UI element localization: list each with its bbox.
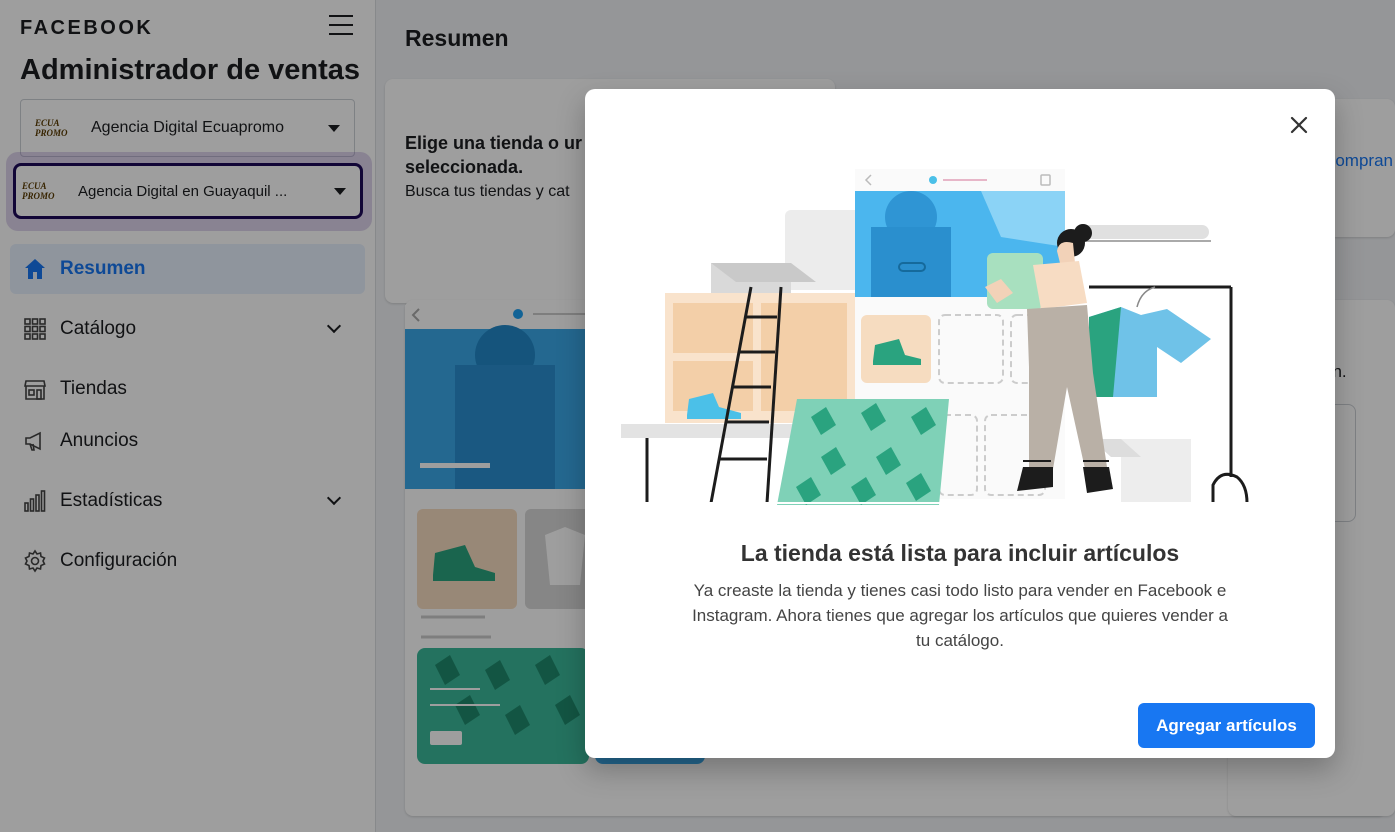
- store-ready-dialog: La tienda está lista para incluir artícu…: [585, 89, 1335, 758]
- close-icon[interactable]: [1285, 111, 1313, 139]
- add-items-button[interactable]: Agregar artículos: [1138, 703, 1315, 748]
- dialog-body: Ya creaste la tienda y tienes casi todo …: [692, 581, 1228, 650]
- dialog-title: La tienda está lista para incluir artícu…: [740, 540, 1180, 566]
- store-illustration: [621, 169, 1261, 505]
